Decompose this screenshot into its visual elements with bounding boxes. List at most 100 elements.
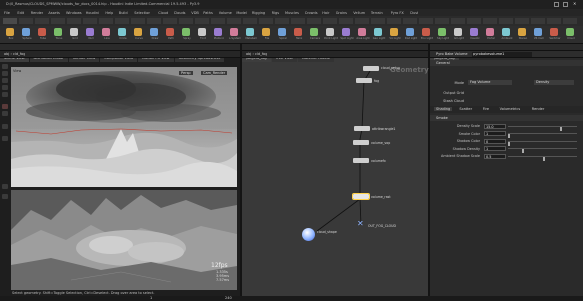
tool-4-icon[interactable] [70, 28, 78, 36]
mode-dropdown[interactable]: Fog Volume [468, 80, 512, 85]
shelf-tab-33[interactable] [531, 18, 545, 24]
maximize-icon[interactable] [563, 2, 568, 7]
tool-31-icon[interactable] [502, 28, 510, 36]
view-tool-icon[interactable] [2, 111, 8, 116]
tool-28-icon[interactable] [454, 28, 462, 36]
param-slider-2[interactable] [508, 140, 577, 146]
shelf-tab-0[interactable] [3, 18, 17, 24]
node-volume-rast[interactable] [352, 193, 370, 200]
tool-15-icon[interactable] [246, 28, 254, 36]
tool-18-icon[interactable] [294, 28, 302, 36]
menu-item-5[interactable]: Houdini [86, 11, 99, 15]
node-cloud-shape[interactable] [302, 228, 315, 241]
shelf-tab-7[interactable] [115, 18, 129, 24]
tool-8-icon[interactable] [134, 28, 142, 36]
menu-item-4[interactable]: Windows [66, 11, 82, 15]
shelf-tab-12[interactable] [195, 18, 209, 24]
network-editor[interactable]: /obj/cld_fog Tree View Material Palette ob… [242, 44, 429, 296]
shelf-tab-22[interactable] [355, 18, 369, 24]
tool-19-icon[interactable] [310, 28, 318, 36]
param-value-1[interactable]: 1 [484, 131, 506, 136]
param-slider-3[interactable] [508, 148, 577, 153]
param-subtab-2[interactable]: Fire [481, 107, 491, 111]
timeline-bar[interactable]: 1 240 [0, 296, 583, 301]
handle-tool-icon[interactable] [2, 92, 8, 97]
param-subtab-3[interactable]: Volumetrics [498, 107, 523, 111]
menu-item-23[interactable]: Pyro FX [391, 11, 404, 15]
tool-17-icon[interactable] [278, 28, 286, 36]
tool-2-icon[interactable] [38, 28, 46, 36]
node-attribwrangle[interactable] [354, 126, 370, 131]
viewport-render[interactable]: View Persp Cam_Render [11, 67, 237, 187]
shelf-tab-11[interactable] [179, 18, 193, 24]
menu-item-12[interactable]: Paths [203, 11, 213, 15]
tool-24-icon[interactable] [390, 28, 398, 36]
shelf-tab-28[interactable] [451, 18, 465, 24]
shelf-tab-9[interactable] [147, 18, 161, 24]
menu-item-0[interactable]: File [4, 11, 10, 15]
shelf-tab-14[interactable] [227, 18, 241, 24]
menu-item-8[interactable]: Selection [134, 11, 150, 15]
path-label[interactable]: obj › cld_fog [4, 52, 25, 56]
current-frame[interactable]: 1 [150, 296, 152, 300]
shelf-tab-13[interactable] [211, 18, 225, 24]
tool-33-icon[interactable] [534, 28, 542, 36]
shelf-tab-34[interactable] [547, 18, 561, 24]
shelf-tab-20[interactable] [323, 18, 337, 24]
shelf-tab-31[interactable] [499, 18, 513, 24]
tool-20-icon[interactable] [326, 28, 334, 36]
tool-23-icon[interactable] [374, 28, 382, 36]
tool-29-icon[interactable] [470, 28, 478, 36]
param-subtab-1[interactable]: Scatter [457, 107, 474, 111]
menu-item-19[interactable]: Hair [322, 11, 329, 15]
tool-12-icon[interactable] [198, 28, 206, 36]
persp-camera-menu[interactable]: Persp [179, 71, 193, 75]
shelf-tab-3[interactable] [51, 18, 65, 24]
tool-21-icon[interactable] [342, 28, 350, 36]
tool-22-icon[interactable] [358, 28, 366, 36]
shelf-tab-21[interactable] [339, 18, 353, 24]
param-value-0[interactable]: 15.0 [484, 123, 506, 129]
tool-3-icon[interactable] [54, 28, 62, 36]
shelf-tab-30[interactable] [483, 18, 497, 24]
shelf-tab-24[interactable] [387, 18, 401, 24]
shelf-tab-27[interactable] [435, 18, 449, 24]
shelf-tab-4[interactable] [67, 18, 81, 24]
tool-30-icon[interactable] [486, 28, 494, 36]
shelf-tab-23[interactable] [371, 18, 385, 24]
shelf-tab-6[interactable] [99, 18, 113, 24]
shelf-tab-8[interactable] [131, 18, 145, 24]
shelf-tab-18[interactable] [291, 18, 305, 24]
node-volumefx[interactable] [353, 158, 369, 163]
output-grid-dropdown[interactable]: Density [534, 80, 574, 85]
shelf-tab-16[interactable] [259, 18, 273, 24]
menu-item-9[interactable]: Cloud [158, 11, 168, 15]
shelf-tab-19[interactable] [307, 18, 321, 24]
tool-13-icon[interactable] [214, 28, 222, 36]
vis-toggle-icon[interactable] [2, 194, 8, 199]
tool-7-icon[interactable] [118, 28, 126, 36]
menu-item-20[interactable]: Grains [336, 11, 347, 15]
tool-11-icon[interactable] [182, 28, 190, 36]
tool-27-icon[interactable] [438, 28, 446, 36]
menu-item-17[interactable]: Muscles [285, 11, 299, 15]
menu-item-21[interactable]: Vellum [353, 11, 365, 15]
shelf-tab-25[interactable] [403, 18, 417, 24]
viewport-geometry[interactable]: 12fps 1.335s 3.95ms 7.57ms [11, 190, 237, 290]
node-cloud-setup[interactable] [363, 66, 379, 71]
param-subtab-4[interactable]: Render [530, 107, 546, 111]
tool-34-icon[interactable] [550, 28, 558, 36]
tool-16-icon[interactable] [262, 28, 270, 36]
general-section[interactable]: General [430, 60, 583, 66]
shelf-tab-1[interactable] [19, 18, 33, 24]
pose-tool-icon[interactable] [2, 124, 8, 129]
render-camera-menu[interactable]: Cam_Render [201, 71, 228, 75]
select-tool-icon[interactable] [2, 64, 8, 69]
shelf-tab-17[interactable] [275, 18, 289, 24]
node-out-fog-cloud[interactable]: ✕ [357, 221, 364, 226]
tool-25-icon[interactable] [406, 28, 414, 36]
scale-tool-icon[interactable] [2, 85, 8, 90]
shelf-tab-26[interactable] [419, 18, 433, 24]
param-slider-1[interactable] [508, 133, 577, 138]
tool-32-icon[interactable] [518, 28, 526, 36]
